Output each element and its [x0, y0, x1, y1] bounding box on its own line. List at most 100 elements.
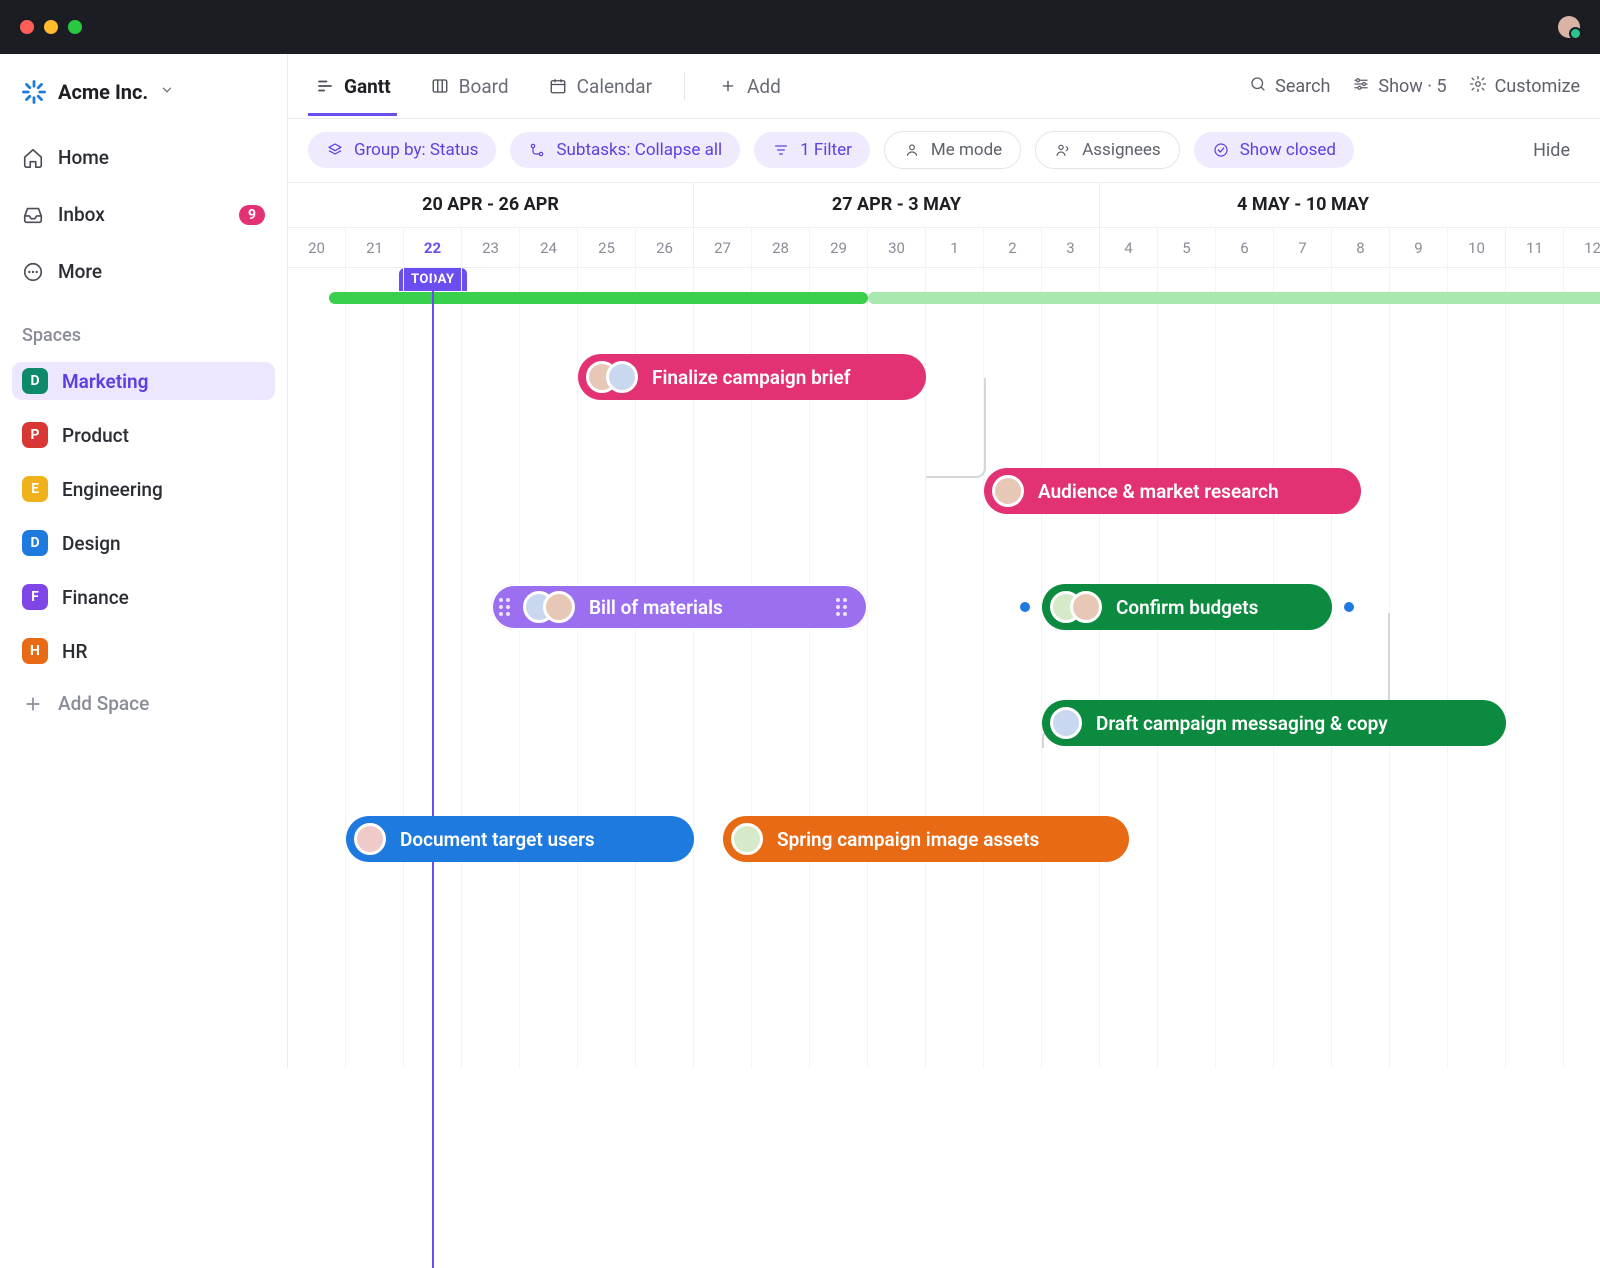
assignee-avatars	[1050, 707, 1082, 739]
me-mode-pill[interactable]: Me mode	[884, 131, 1021, 169]
date-range-cell: 4 MAY - 10 MAY	[1100, 183, 1506, 227]
task-bar[interactable]: Finalize campaign brief	[578, 354, 926, 400]
progress-pending	[868, 292, 1600, 304]
space-item-marketing[interactable]: D Marketing	[12, 362, 275, 400]
progress-track	[288, 292, 1600, 304]
filter-pill[interactable]: 1 Filter	[754, 132, 870, 168]
task-label: Audience & market research	[1038, 480, 1279, 503]
date-range-cell: 20 APR - 26 APR	[288, 183, 694, 227]
day-cell: 29	[810, 228, 868, 267]
sliders-icon	[1352, 75, 1370, 98]
more-icon	[22, 261, 44, 283]
space-label: Engineering	[62, 478, 163, 501]
task-bar[interactable]: Document target users	[346, 816, 694, 862]
nav-label: Inbox	[58, 203, 105, 226]
nav-home[interactable]: Home	[12, 140, 275, 175]
task-label: Spring campaign image assets	[777, 828, 1039, 851]
spaces-section-label: Spaces	[12, 325, 275, 346]
tab-gantt[interactable]: Gantt	[308, 57, 397, 116]
nav-inbox[interactable]: Inbox 9	[12, 197, 275, 232]
assignee-avatars	[354, 823, 386, 855]
gantt-timeline[interactable]: 2021222324252627282930123456789101112 TO…	[288, 228, 1600, 1068]
days-header: 2021222324252627282930123456789101112	[288, 228, 1600, 268]
search-button[interactable]: Search	[1249, 75, 1330, 98]
close-icon[interactable]	[20, 20, 34, 34]
plus-icon	[22, 693, 44, 715]
avatar	[354, 823, 386, 855]
zoom-icon[interactable]	[68, 20, 82, 34]
add-view-label: Add	[747, 75, 781, 98]
workspace-switcher[interactable]: Acme Inc.	[12, 72, 275, 112]
minimize-icon[interactable]	[44, 20, 58, 34]
task-bar[interactable]: Bill of materials	[491, 584, 868, 630]
nav-label: Home	[58, 146, 109, 169]
add-view-button[interactable]: Add	[711, 57, 787, 116]
space-chip: H	[22, 638, 48, 664]
space-label: Marketing	[62, 370, 148, 393]
drag-handle-icon[interactable]	[836, 598, 846, 616]
space-item-finance[interactable]: F Finance	[12, 578, 275, 616]
add-space-button[interactable]: Add Space	[12, 686, 275, 721]
task-label: Confirm budgets	[1116, 596, 1258, 619]
day-cell: 11	[1506, 228, 1564, 267]
gantt-rows[interactable]: Finalize campaign brief Audience & marke…	[288, 268, 1600, 1068]
date-range-header: 20 APR - 26 APR 27 APR - 3 MAY 4 MAY - 1…	[288, 183, 1600, 228]
dependency-dot[interactable]	[1020, 602, 1030, 612]
task-bar[interactable]: Confirm budgets	[1042, 584, 1332, 630]
dependency-dot[interactable]	[1344, 602, 1354, 612]
day-cell: 22	[404, 228, 462, 267]
space-chip: E	[22, 476, 48, 502]
space-chip: F	[22, 584, 48, 610]
inbox-icon	[22, 204, 44, 226]
space-item-engineering[interactable]: E Engineering	[12, 470, 275, 508]
space-item-product[interactable]: P Product	[12, 416, 275, 454]
day-cell: 6	[1216, 228, 1274, 267]
users-icon	[1054, 141, 1072, 159]
check-circle-icon	[1212, 141, 1230, 159]
space-item-hr[interactable]: H HR	[12, 632, 275, 670]
day-cell: 12	[1564, 228, 1600, 267]
avatar	[992, 475, 1024, 507]
show-closed-pill[interactable]: Show closed	[1194, 132, 1354, 168]
task-bar[interactable]: Draft campaign messaging & copy	[1042, 700, 1506, 746]
subtasks-icon	[528, 141, 546, 159]
day-cell: 3	[1042, 228, 1100, 267]
day-cell: 20	[288, 228, 346, 267]
divider	[684, 72, 685, 100]
board-icon	[429, 75, 451, 97]
filter-bar: Group by: Status Subtasks: Collapse all …	[288, 119, 1600, 182]
day-cell: 7	[1274, 228, 1332, 267]
tab-label: Calendar	[577, 75, 652, 98]
day-cell: 25	[578, 228, 636, 267]
today-line	[432, 268, 434, 1268]
group-by-pill[interactable]: Group by: Status	[308, 132, 496, 168]
current-user-avatar[interactable]	[1558, 16, 1580, 38]
subtasks-pill[interactable]: Subtasks: Collapse all	[510, 132, 740, 168]
window-controls[interactable]	[20, 20, 82, 34]
drag-handle-icon[interactable]	[499, 598, 509, 616]
show-button[interactable]: Show · 5	[1352, 75, 1446, 98]
hide-filters-button[interactable]: Hide	[1533, 140, 1580, 161]
workspace-name: Acme Inc.	[58, 80, 148, 104]
task-bar[interactable]: Spring campaign image assets	[723, 816, 1129, 862]
task-label: Document target users	[400, 828, 595, 851]
space-chip: D	[22, 368, 48, 394]
task-bar[interactable]: Audience & market research	[984, 468, 1361, 514]
space-item-design[interactable]: D Design	[12, 524, 275, 562]
tab-calendar[interactable]: Calendar	[541, 57, 658, 116]
customize-button[interactable]: Customize	[1469, 75, 1580, 98]
view-tabs: Gantt Board Calendar Add	[288, 54, 1600, 119]
space-label: HR	[62, 640, 87, 663]
nav-more[interactable]: More	[12, 254, 275, 289]
day-cell: 2	[984, 228, 1042, 267]
day-cell: 30	[868, 228, 926, 267]
tab-board[interactable]: Board	[423, 57, 515, 116]
assignees-pill[interactable]: Assignees	[1035, 131, 1180, 169]
workspace-logo-icon	[20, 78, 48, 106]
space-chip: P	[22, 422, 48, 448]
progress-done	[329, 292, 868, 304]
avatar	[543, 591, 575, 623]
day-cell: 26	[636, 228, 694, 267]
day-cell: 9	[1390, 228, 1448, 267]
chevron-down-icon	[160, 83, 174, 101]
